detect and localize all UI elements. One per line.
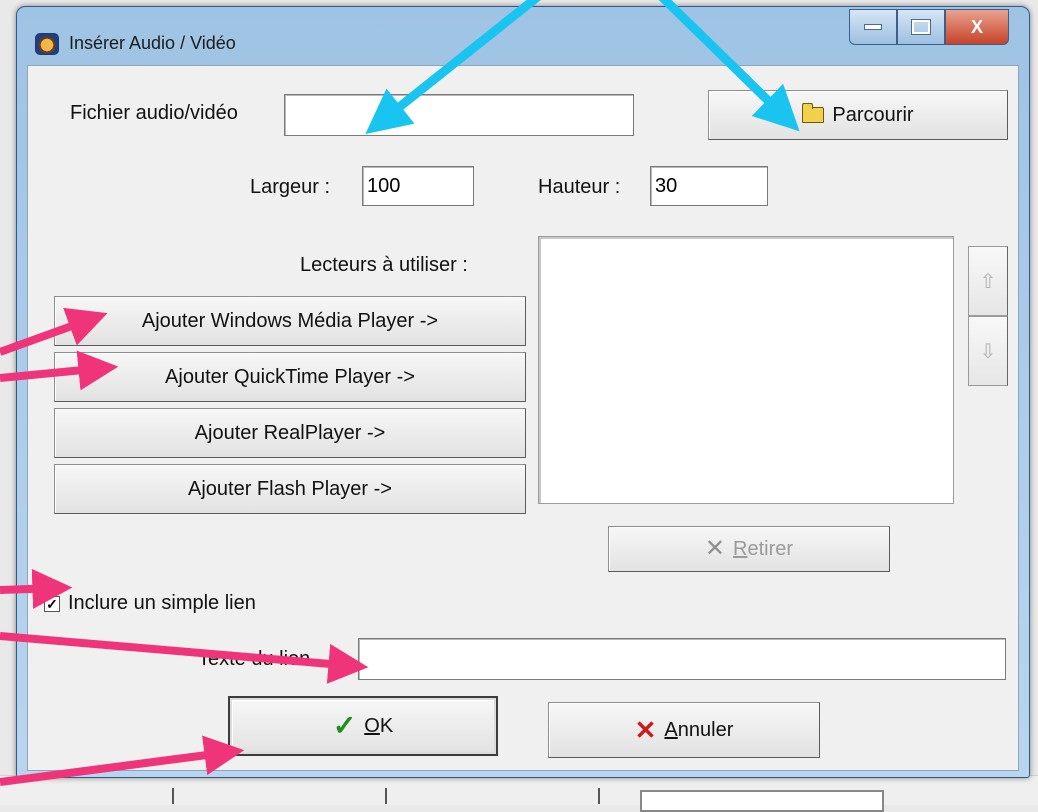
- background-separator: [598, 788, 600, 804]
- add-flash-player-button[interactable]: Ajouter Flash Player ->: [54, 464, 526, 514]
- dialog-window: Insérer Audio / Vidéo X Fichier audio/vi…: [16, 6, 1030, 778]
- add-windows-media-player-button[interactable]: Ajouter Windows Média Player ->: [54, 296, 526, 346]
- ok-button[interactable]: ✓ OK: [228, 696, 498, 756]
- move-up-button[interactable]: ⇧: [968, 246, 1008, 316]
- dialog-body: Fichier audio/vidéo Parcourir Largeur : …: [27, 65, 1019, 771]
- link-text-input[interactable]: [358, 638, 1006, 680]
- checkmark-icon: ✓: [332, 710, 357, 741]
- height-label: Hauteur :: [538, 176, 621, 198]
- include-link-checkbox[interactable]: ✓: [44, 596, 60, 612]
- background-separator: [172, 788, 174, 804]
- add-quicktime-player-button[interactable]: Ajouter QuickTime Player ->: [54, 352, 526, 402]
- add-realplayer-button[interactable]: Ajouter RealPlayer ->: [54, 408, 526, 458]
- cancel-button[interactable]: ✕ Annuler: [548, 702, 820, 758]
- arrow-up-icon: ⇧: [979, 270, 997, 293]
- file-label: Fichier audio/vidéo: [70, 102, 238, 124]
- link-text-label: Texte du lien: [198, 648, 311, 670]
- background-field: [640, 790, 884, 812]
- maximize-icon: [911, 19, 931, 35]
- height-input[interactable]: [650, 166, 768, 206]
- title-bar[interactable]: Insérer Audio / Vidéo X: [17, 7, 1029, 65]
- width-label: Largeur :: [250, 176, 331, 198]
- remove-x-icon: ✕: [704, 535, 726, 562]
- arrow-down-icon: ⇩: [979, 340, 997, 363]
- close-button[interactable]: X: [945, 9, 1009, 45]
- file-path-input[interactable]: [284, 94, 634, 136]
- folder-open-icon: [802, 103, 825, 123]
- cancel-x-icon: ✕: [634, 715, 657, 745]
- background-separator: [385, 788, 387, 804]
- window-controls: X: [849, 9, 1009, 45]
- move-down-button[interactable]: ⇩: [968, 316, 1008, 386]
- players-label: Lecteurs à utiliser :: [300, 254, 468, 276]
- maximize-button[interactable]: [897, 9, 945, 45]
- players-listbox[interactable]: [538, 236, 954, 504]
- include-link-label: Inclure un simple lien: [68, 592, 256, 614]
- window-title: Insérer Audio / Vidéo: [69, 33, 236, 53]
- browse-button-label: Parcourir: [832, 103, 914, 126]
- close-icon: X: [970, 16, 983, 37]
- minimize-icon: [864, 24, 882, 30]
- remove-button[interactable]: ✕ Retirer: [608, 526, 890, 572]
- width-input[interactable]: [362, 166, 474, 206]
- app-icon: [35, 33, 59, 55]
- browse-button[interactable]: Parcourir: [708, 90, 1008, 140]
- minimize-button[interactable]: [849, 9, 897, 45]
- ok-button-label: OK: [364, 714, 394, 737]
- cancel-button-label: Annuler: [664, 718, 734, 741]
- remove-button-label: Retirer: [733, 537, 794, 560]
